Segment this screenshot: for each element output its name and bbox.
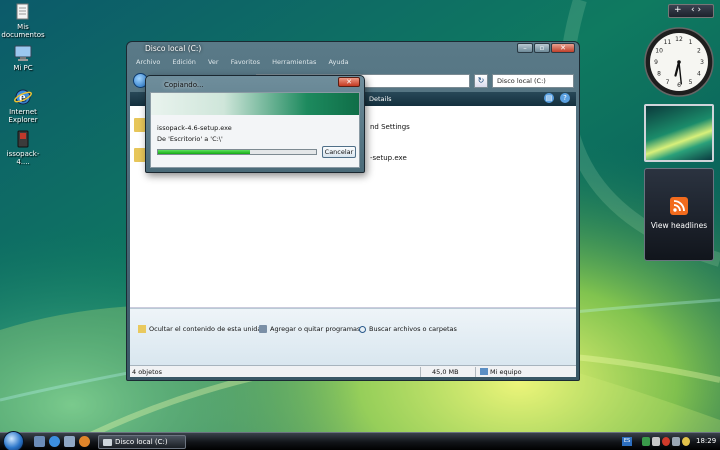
copy-progress-bar — [157, 149, 317, 155]
list-item[interactable]: nd Settings — [370, 123, 410, 131]
shield-icon[interactable] — [652, 437, 660, 446]
dialog-title: Copiando... — [164, 81, 204, 89]
search-icon — [359, 325, 366, 333]
show-desktop-icon[interactable] — [34, 436, 45, 447]
clock-numeral: 7 — [666, 79, 670, 86]
feed-headlines-gadget[interactable]: View headlines — [644, 168, 714, 261]
clock-numeral: 10 — [655, 48, 663, 55]
task-search-files[interactable]: Buscar archivos o carpetas — [359, 325, 457, 333]
desktop-icon-mi-pc[interactable]: Mi PC — [0, 45, 46, 72]
volume-icon[interactable] — [672, 437, 680, 446]
common-tasks-pane: Ocultar el contenido de esta unidad Agre… — [130, 308, 576, 368]
task-label: Ocultar el contenido de esta unidad — [149, 325, 266, 333]
taskbar-button-label: Disco local (C:) — [115, 438, 168, 446]
progress-fill — [158, 150, 250, 154]
maximize-button[interactable]: ▫ — [534, 43, 550, 53]
programs-icon — [259, 325, 267, 333]
quick-launch — [34, 436, 90, 447]
desktop-icon-internet-explorer[interactable]: e Internet Explorer — [0, 88, 46, 124]
close-button[interactable]: ✕ — [551, 43, 575, 53]
cancel-button[interactable]: Cancelar — [322, 146, 356, 158]
system-tray: ES 18:29 — [620, 435, 720, 449]
copy-from-to: De 'Escritorio' a 'C:\' — [157, 135, 223, 143]
explorer-title: Disco local (C:) — [145, 44, 202, 53]
documents-folder-icon — [16, 3, 29, 20]
menu-favoritos[interactable]: Favoritos — [231, 58, 260, 66]
taskbar: Disco local (C:) ES 18:29 — [0, 431, 720, 450]
start-button[interactable] — [3, 431, 24, 450]
rss-icon — [670, 197, 688, 215]
menu-archivo[interactable]: Archivo — [136, 58, 160, 66]
taskbar-button-disco-local[interactable]: Disco local (C:) — [98, 435, 186, 449]
desktop-icon-label: Mis documentos — [1, 23, 45, 39]
menu-bar: Archivo Edición Ver Favoritos Herramient… — [130, 58, 576, 70]
clock-gadget[interactable]: 1234567891011 12 — [643, 26, 715, 98]
language-indicator[interactable]: ES — [622, 437, 632, 446]
menu-edicion[interactable]: Edición — [172, 58, 196, 66]
internet-explorer-icon[interactable] — [49, 436, 60, 447]
status-location: Mi equipo — [490, 368, 522, 376]
gadget-nav-buttons[interactable]: ‹ › — [691, 5, 701, 15]
drive-icon — [103, 439, 112, 446]
clock-numeral: 9 — [654, 59, 658, 66]
copy-filename: issopack-4.6-setup.exe — [157, 124, 232, 132]
sidebar-control-bar[interactable]: + ‹ › — [668, 4, 714, 18]
taskbar-clock[interactable]: 18:29 — [696, 437, 716, 445]
menu-herramientas[interactable]: Herramientas — [272, 58, 316, 66]
dialog-body: issopack-4.6-setup.exe De 'Escritorio' a… — [150, 92, 360, 168]
clock-numeral: 3 — [700, 59, 704, 66]
desktop-icon-label: Internet Explorer — [8, 108, 38, 124]
clock-numeral: 6 — [677, 82, 681, 89]
list-item[interactable]: -setup.exe — [370, 154, 407, 162]
copy-progress-dialog[interactable]: Copiando... ✕ issopack-4.6-setup.exe De … — [145, 75, 365, 173]
slideshow-gadget[interactable] — [644, 104, 714, 162]
folder-icon — [138, 325, 146, 333]
clock-numeral: 5 — [689, 79, 693, 86]
clock-numeral: 2 — [697, 48, 701, 55]
explorer-titlebar[interactable]: Disco local (C:) – ▫ ✕ — [127, 42, 579, 56]
task-hide-drive-contents[interactable]: Ocultar el contenido de esta unidad — [138, 325, 266, 333]
installer-package-icon — [17, 130, 29, 148]
add-gadget-button[interactable]: + — [674, 5, 682, 15]
refresh-icon[interactable]: ↻ — [474, 74, 488, 88]
clock-numeral: 12 — [675, 36, 683, 43]
clock-numeral: 8 — [657, 71, 661, 78]
dialog-close-button[interactable]: ✕ — [338, 77, 360, 87]
status-bar: 4 objetos 45,0 MB Mi equipo — [130, 365, 576, 377]
task-label: Agregar o quitar programas — [270, 325, 361, 333]
views-icon[interactable]: ▤ — [544, 93, 554, 103]
menu-ayuda[interactable]: Ayuda — [328, 58, 348, 66]
switch-windows-icon[interactable] — [64, 436, 75, 447]
view-headlines-label[interactable]: View headlines — [645, 221, 713, 230]
details-button[interactable]: Details — [369, 95, 392, 103]
help-icon[interactable]: ? — [560, 93, 570, 103]
clock-numeral: 1 — [689, 39, 693, 46]
search-input[interactable]: Disco local (C:) — [492, 74, 574, 88]
alert-icon[interactable] — [662, 437, 670, 446]
status-object-count: 4 objetos — [132, 368, 163, 376]
status-size: 45,0 MB — [432, 368, 459, 376]
computer-icon — [14, 45, 32, 61]
desktop-icon-issopack[interactable]: issopack-4.... — [0, 130, 46, 166]
clock-numeral: 11 — [664, 39, 672, 46]
copy-animation-banner — [151, 93, 359, 115]
computer-icon — [480, 368, 488, 375]
media-player-icon[interactable] — [79, 436, 90, 447]
internet-explorer-icon: e — [14, 89, 32, 105]
minimize-button[interactable]: – — [517, 43, 533, 53]
desktop-icon-label: Mi PC — [13, 64, 33, 72]
task-label: Buscar archivos o carpetas — [369, 325, 457, 333]
menu-ver[interactable]: Ver — [208, 58, 219, 66]
desktop-icon-label: issopack-4.... — [6, 150, 40, 166]
task-add-remove-programs[interactable]: Agregar o quitar programas — [259, 325, 360, 333]
clock-numeral: 4 — [697, 71, 701, 78]
power-icon[interactable] — [682, 437, 690, 446]
network-icon[interactable] — [642, 437, 650, 446]
desktop-icon-mis-documentos[interactable]: Mis documentos — [0, 3, 46, 39]
